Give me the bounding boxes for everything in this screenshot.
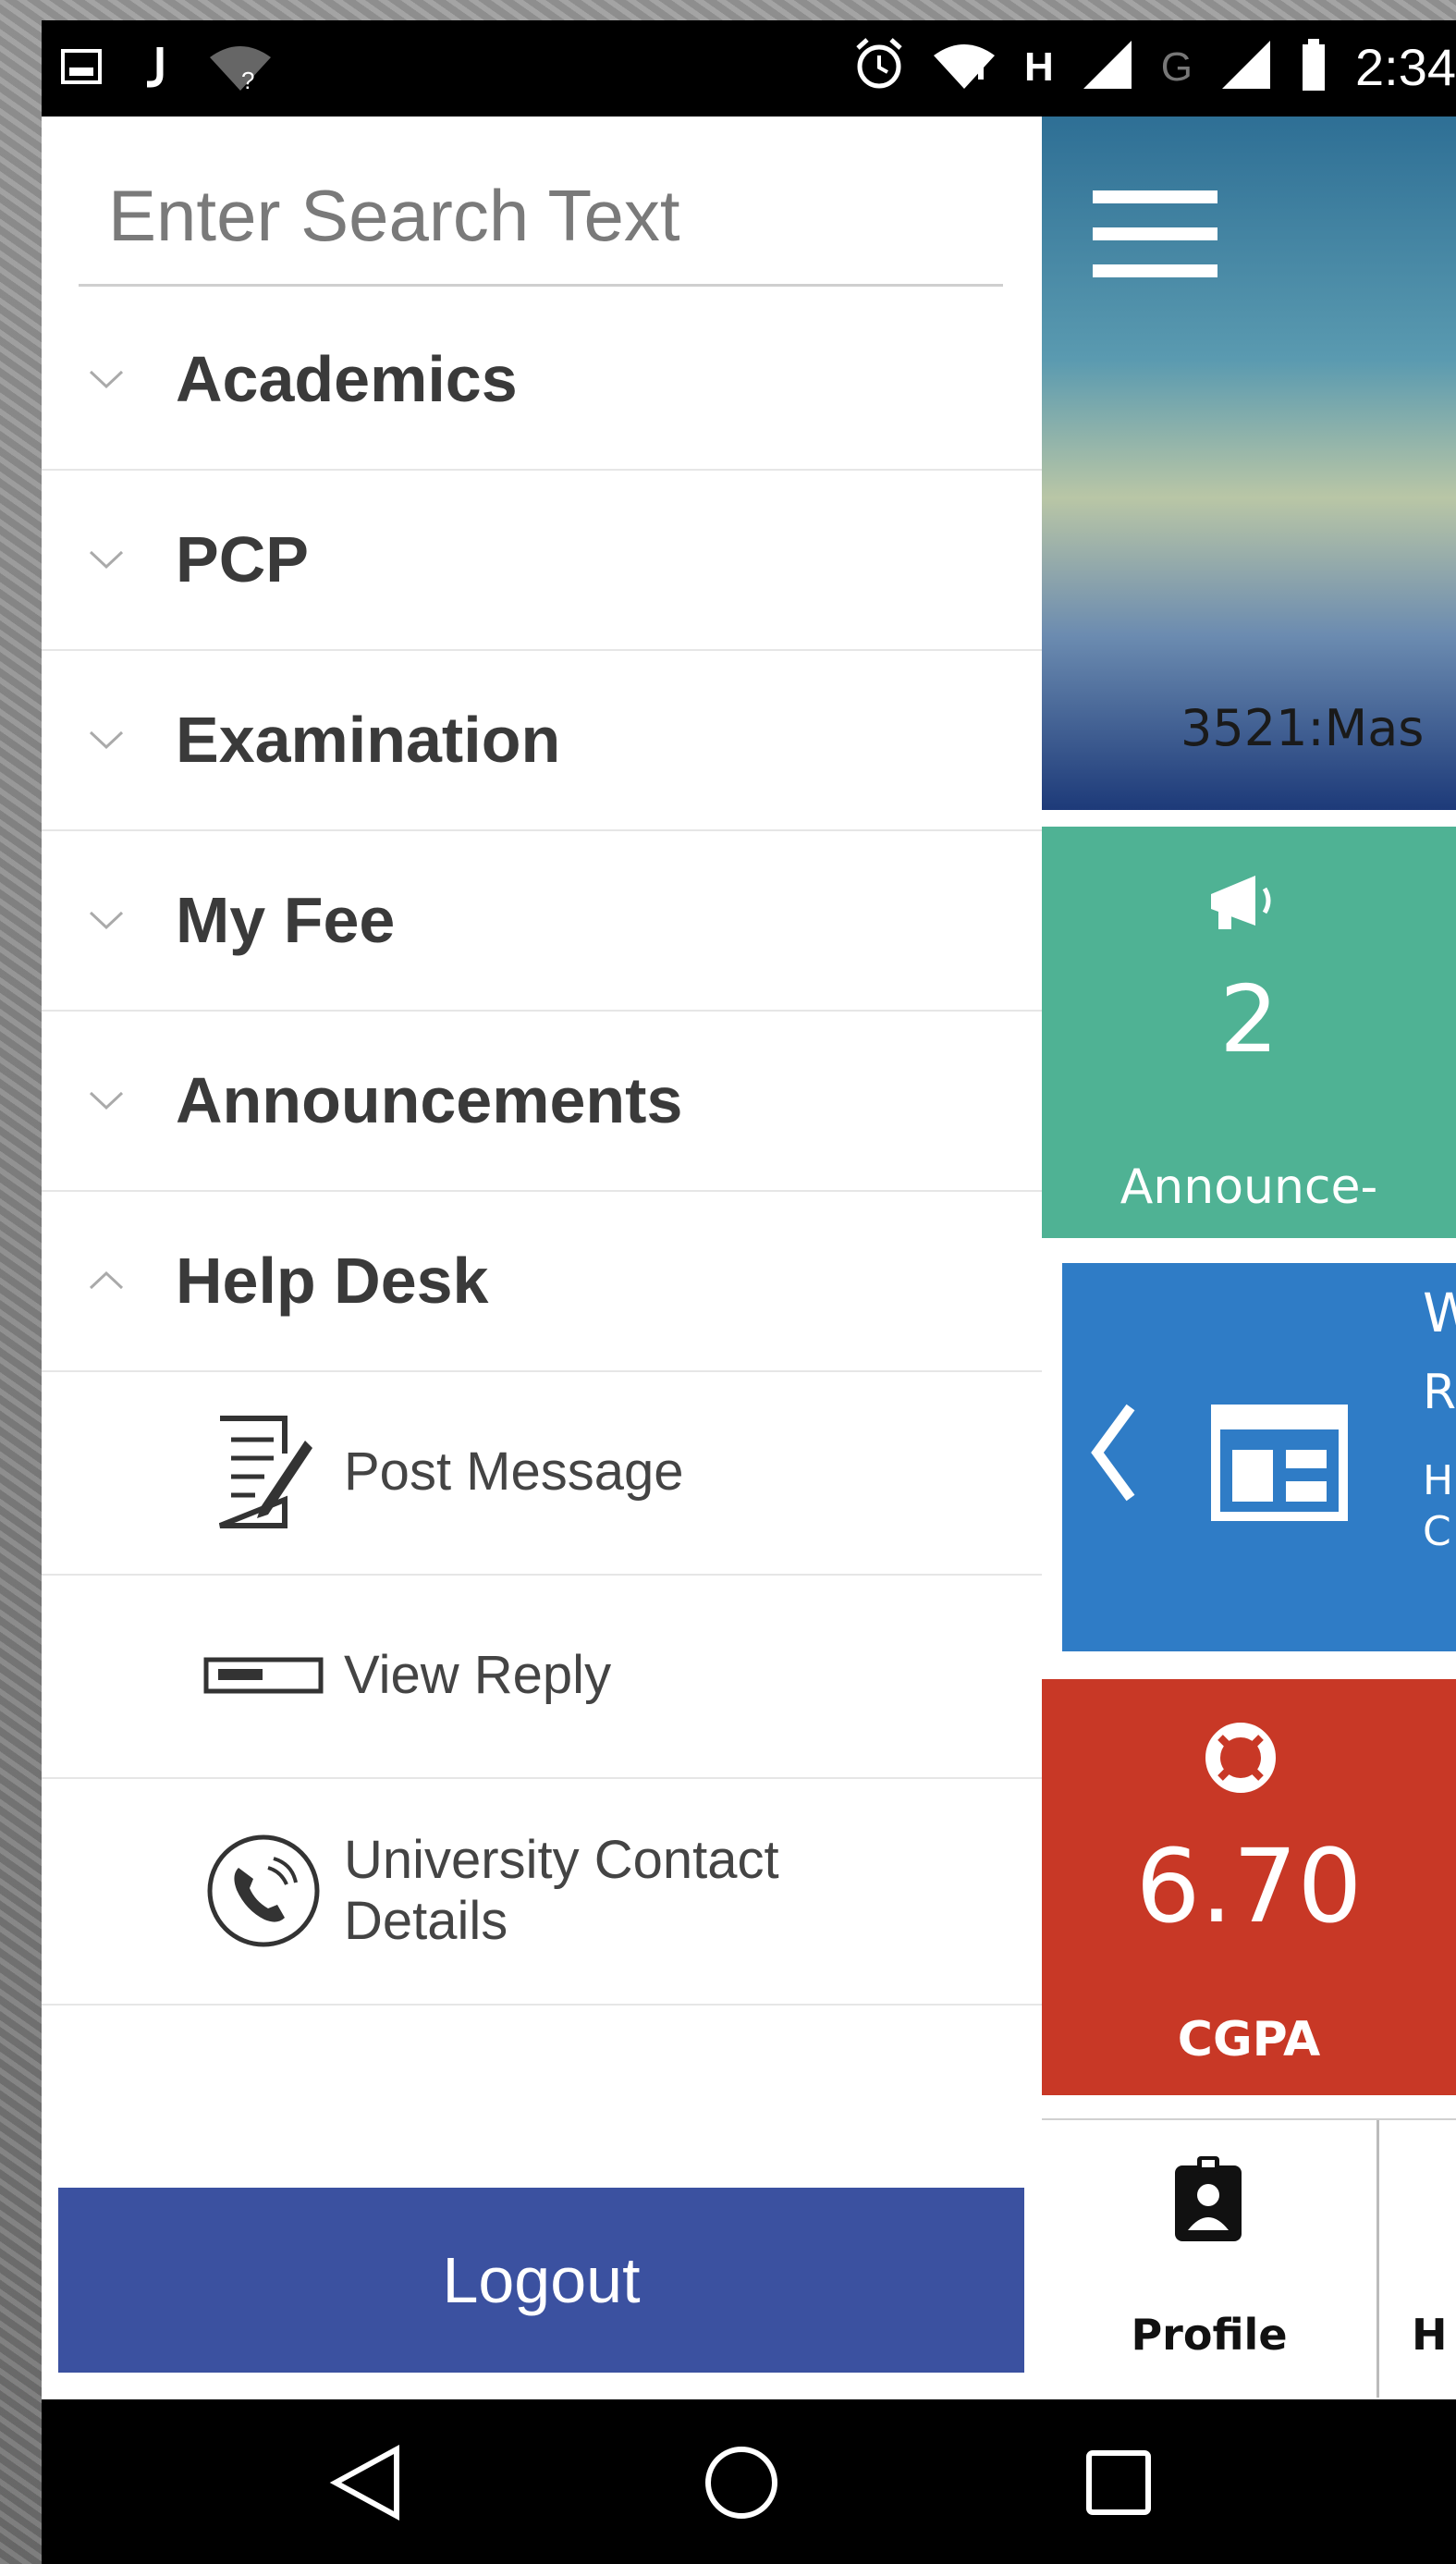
edit-document-icon [194,1407,333,1537]
tile-title-partial: W [1423,1282,1456,1344]
menu-label: Academics [176,342,518,415]
logout-button[interactable]: Logout [58,2188,1024,2373]
lifebuoy-icon [1204,1721,1278,1799]
phone-contact-icon [194,1831,333,1951]
wifi-alert-icon [932,39,997,95]
tab-label-partial[interactable]: H [1412,2310,1448,2360]
announcement-count: 2 [1219,965,1279,1073]
j-notification-icon [141,43,169,94]
profile-badge-icon [1171,2153,1245,2250]
menu-label: Announcements [176,1063,683,1136]
alarm-icon [854,37,904,97]
megaphone-icon [1204,868,1287,938]
navigation-drawer: Academics PCP Examination My Fee Announc [42,117,1042,2399]
image-icon [60,45,103,92]
submenu-label: View Reply [344,1645,612,1705]
battery-icon [1300,37,1328,97]
back-icon[interactable] [324,2441,407,2524]
menu-item-my-fee[interactable]: My Fee [42,829,1042,1012]
chevron-down-icon [83,729,129,751]
cgpa-value: 6.70 [1135,1827,1363,1945]
submenu-label: University Contact Details [344,1829,779,1951]
chevron-down-icon [83,909,129,931]
menu-item-help-desk[interactable]: Help Desk [42,1190,1042,1372]
bottom-tab-bar: Profile H [1042,2118,1456,2398]
cgpa-caption: CGPA [1177,2012,1321,2067]
hamburger-menu-icon[interactable] [1093,190,1217,278]
menu-item-academics[interactable]: Academics [42,288,1042,471]
chevron-up-icon [83,1270,129,1292]
menu-label: Help Desk [176,1244,489,1317]
student-id-text: 3521:Mas [1181,699,1425,757]
clock: 2:34 [1355,38,1456,96]
menu-label: PCP [176,522,309,595]
wifi-unknown-icon: ? [208,41,273,97]
calendar-icon [1210,1392,1349,1527]
tab-profile[interactable]: Profile [1042,2120,1379,2398]
menu-item-announcements[interactable]: Announcements [42,1010,1042,1192]
h-network-label: H [1023,43,1054,90]
profile-banner: 3521:Mas [1042,117,1456,810]
submenu-item-post-message[interactable]: Post Message [42,1370,1042,1576]
g-network-label: G [1160,43,1193,90]
tile-text-partial: H [1423,1457,1454,1504]
menu-label: My Fee [176,883,396,956]
chevron-left-icon[interactable] [1090,1402,1136,1508]
tab-label: Profile [1131,2310,1288,2360]
search-input[interactable] [79,148,1003,287]
home-icon[interactable] [700,2441,783,2524]
chevron-down-icon [83,368,129,390]
tile-subtitle-partial: R [1423,1365,1456,1420]
announcement-caption: Announce- [1120,1159,1378,1215]
recents-icon[interactable] [1077,2441,1160,2524]
menu-item-examination[interactable]: Examination [42,649,1042,831]
cgpa-tile[interactable]: 6.70 CGPA [1042,1679,1456,2095]
announcements-tile[interactable]: 2 Announce- [1042,827,1456,1238]
chevron-down-icon [83,1089,129,1111]
menu-item-pcp[interactable]: PCP [42,469,1042,651]
chevron-down-icon [83,548,129,570]
tile-text-partial: C [1423,1508,1451,1555]
menu-label: Examination [176,703,561,776]
signal-icon [1220,39,1272,95]
phone-screen: ? H G 2:34 Enter Search Text Academics P… [42,20,1456,2564]
reply-box-icon [194,1652,333,1699]
submenu-label: Post Message [344,1441,684,1502]
submenu-item-university-contact[interactable]: University Contact Details [42,1777,1042,2006]
submenu-item-view-reply[interactable]: View Reply [42,1574,1042,1779]
status-bar: ? H G 2:34 [42,20,1456,117]
timetable-tile[interactable]: W R H C [1062,1263,1456,1651]
svg-text:?: ? [241,67,254,92]
signal-icon [1082,39,1133,95]
dashboard-content: 3521:Mas 2 Announce- W R H C 6.70 CGPA P… [1042,117,1456,2399]
navigation-bar [42,2399,1456,2564]
